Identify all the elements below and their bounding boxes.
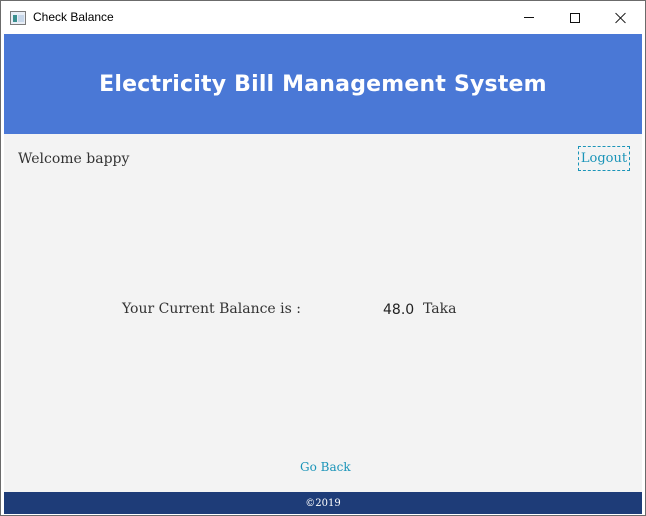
- close-icon: [615, 12, 627, 24]
- app-window-icon: [10, 11, 26, 25]
- minimize-icon: [524, 17, 534, 18]
- title-bar[interactable]: Check Balance: [1, 1, 645, 34]
- app-window: Check Balance Electricity Bill Managemen…: [0, 0, 646, 516]
- maximize-button[interactable]: [552, 1, 598, 34]
- main-content: Welcome bappy Logout Your Current Balanc…: [4, 134, 642, 492]
- minimize-button[interactable]: [506, 1, 552, 34]
- balance-label: Your Current Balance is :: [122, 301, 301, 317]
- footer-copyright: ©2019: [305, 497, 341, 509]
- welcome-text: Welcome bappy: [18, 151, 130, 167]
- balance-unit: Taka: [423, 301, 457, 317]
- window-title: Check Balance: [33, 10, 114, 24]
- page-title: Electricity Bill Management System: [99, 71, 547, 97]
- header-banner: Electricity Bill Management System: [4, 34, 642, 134]
- logout-button[interactable]: Logout: [578, 146, 630, 171]
- maximize-icon: [570, 12, 580, 23]
- go-back-link[interactable]: Go Back: [300, 460, 351, 474]
- footer: ©2019: [4, 492, 642, 514]
- close-button[interactable]: [598, 1, 644, 34]
- balance-value: 48.0: [383, 302, 415, 318]
